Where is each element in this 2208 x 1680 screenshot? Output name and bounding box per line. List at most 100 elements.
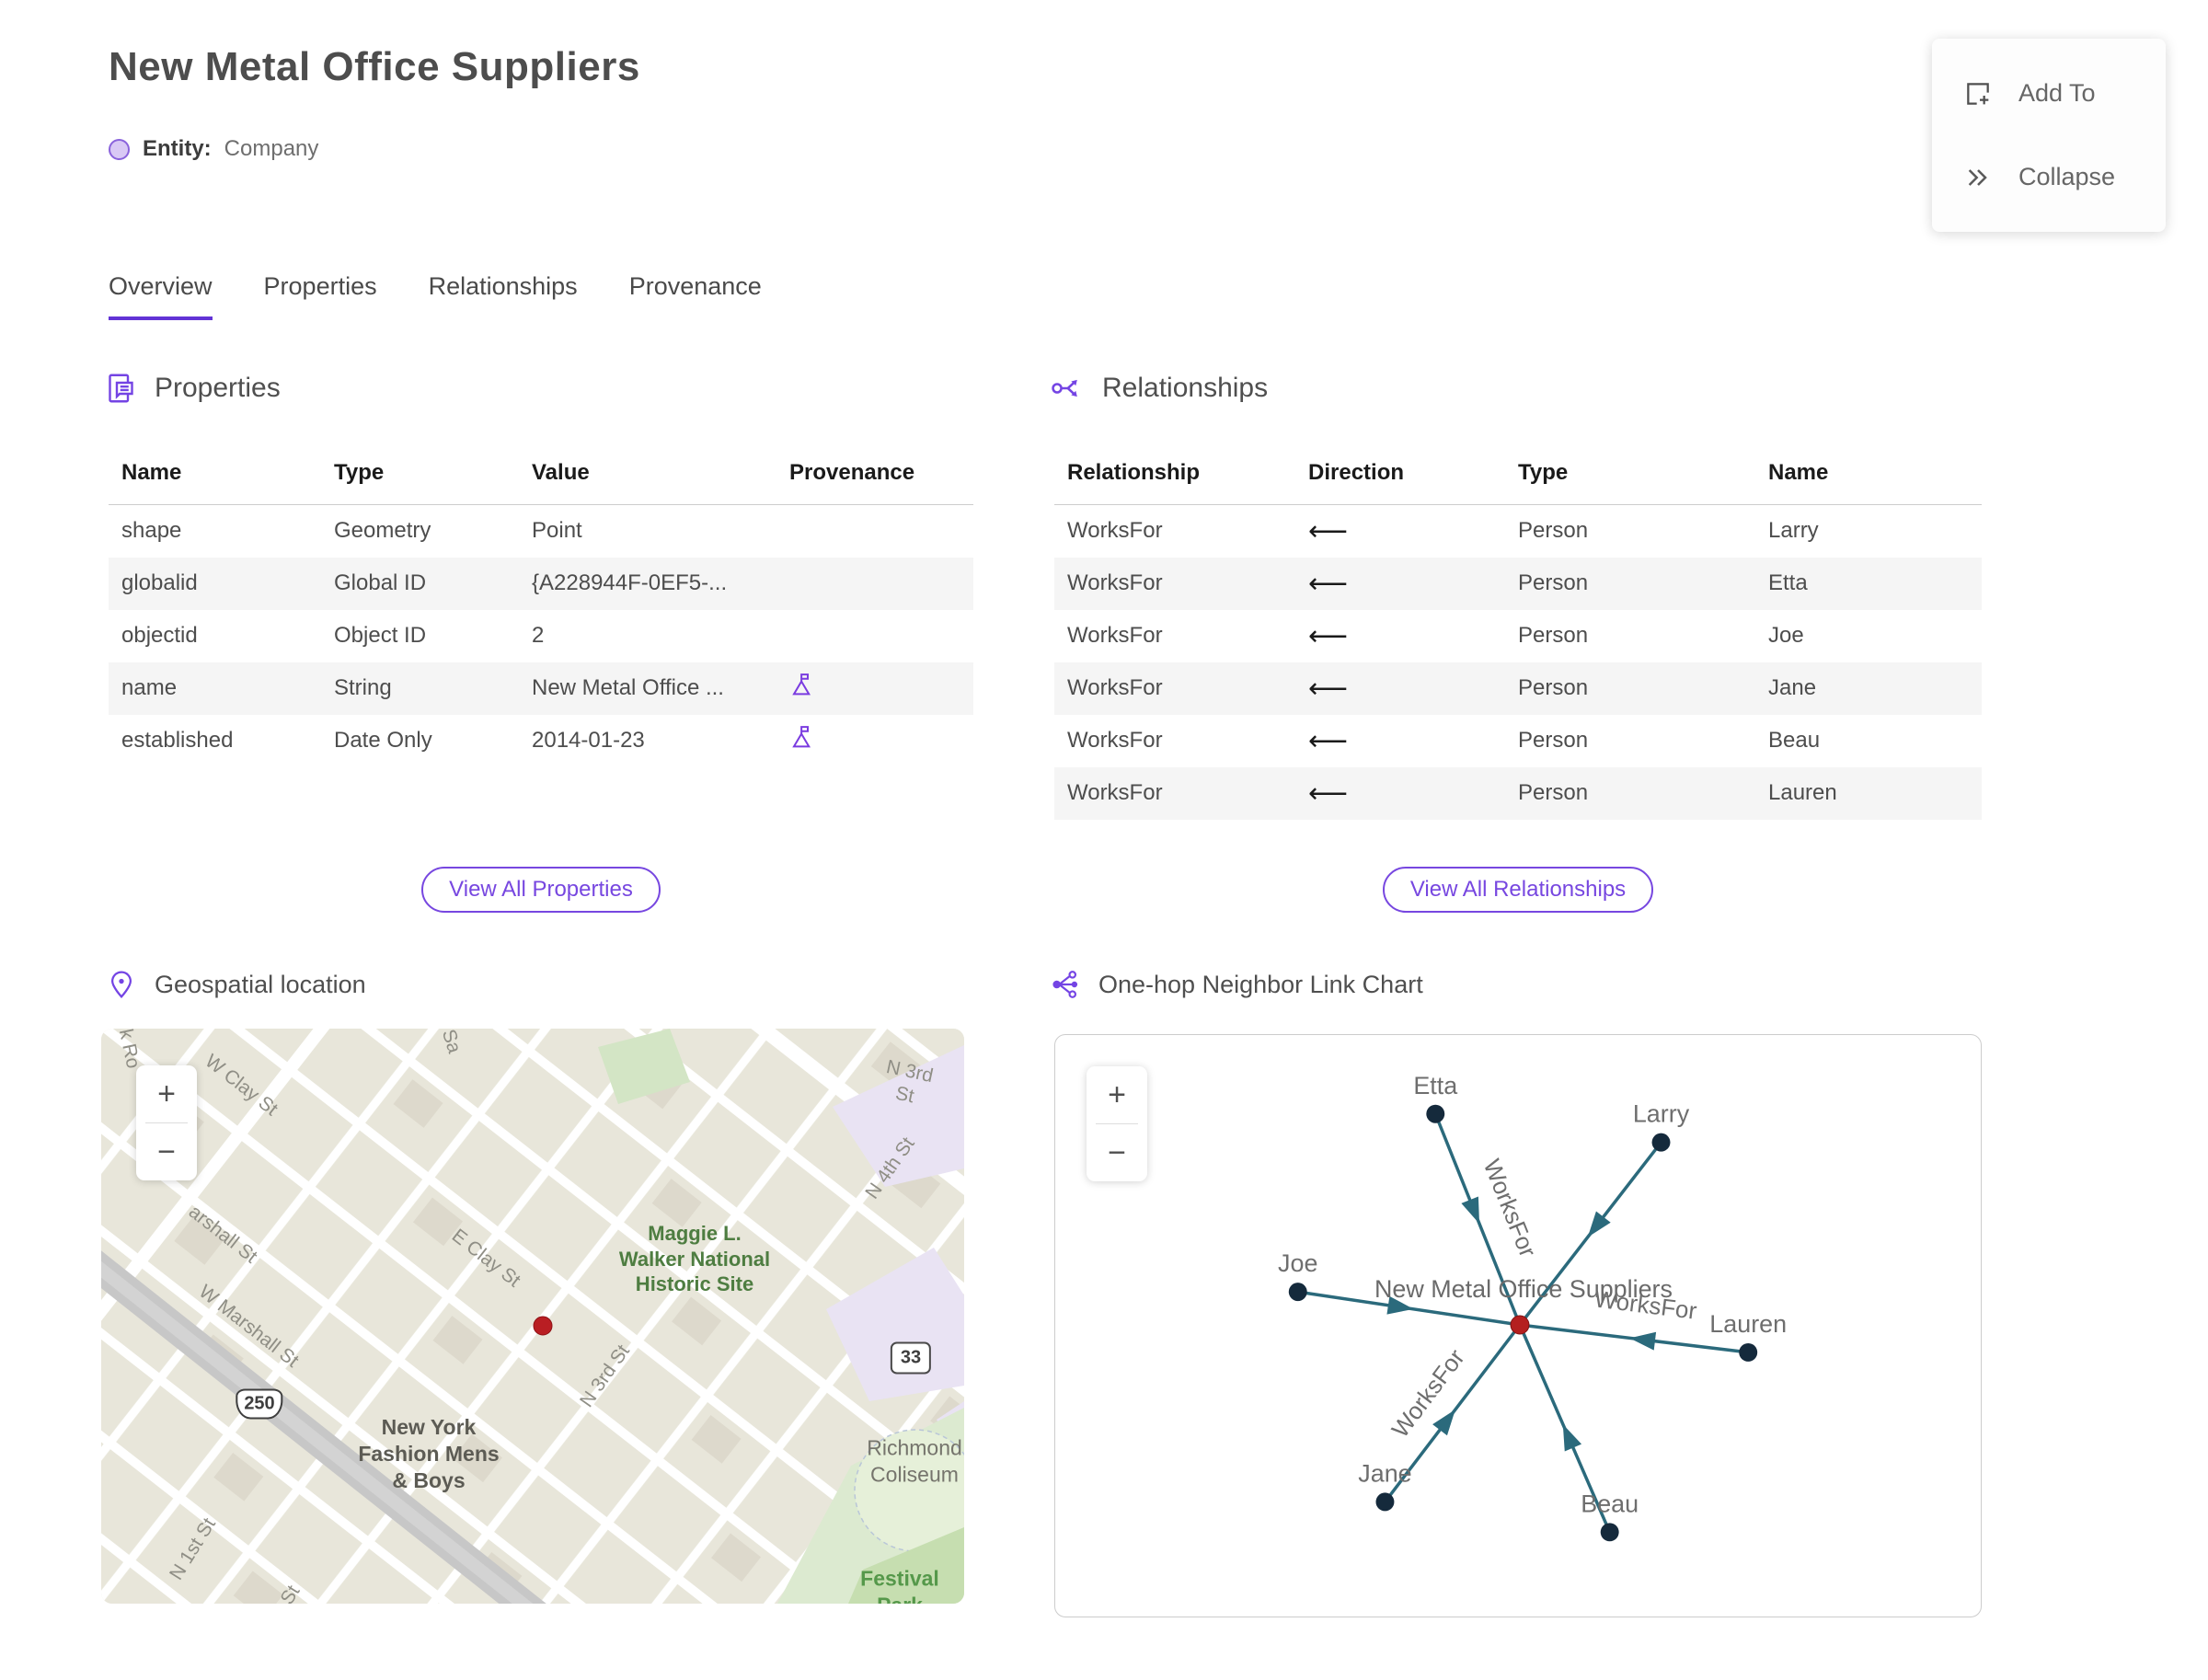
- node-beau[interactable]: [1600, 1523, 1619, 1542]
- node-label-larry: Larry: [1633, 1100, 1690, 1128]
- tab-bar: Overview Properties Relationships Provenanc…: [109, 272, 762, 320]
- tab-relationships[interactable]: Relationships: [429, 272, 578, 320]
- relationship-row-etta: WorksFor ⟵ Person Etta: [1054, 557, 1982, 610]
- property-row-shape: shape Geometry Point: [109, 505, 973, 558]
- view-all-properties-button[interactable]: View All Properties: [421, 867, 661, 913]
- node-lauren[interactable]: [1739, 1342, 1758, 1362]
- relationship-row-joe: WorksFor ⟵ Person Joe: [1054, 610, 1982, 662]
- property-type: Geometry: [334, 518, 431, 544]
- tab-overview[interactable]: Overview: [109, 272, 213, 320]
- relationships-section-header: Relationships: [1051, 372, 1268, 405]
- one-hop-link-icon: [1052, 971, 1078, 998]
- properties-icon: [109, 374, 133, 403]
- direction-arrow: ⟵: [1308, 777, 1349, 809]
- relationship-row-jane: WorksFor ⟵ Person Jane: [1054, 662, 1982, 715]
- collapse-button[interactable]: Collapse: [1932, 154, 2166, 201]
- related-entity-link[interactable]: Lauren: [1768, 767, 1982, 820]
- collapse-label: Collapse: [2018, 163, 2116, 190]
- node-label-jane: Jane: [1358, 1459, 1411, 1487]
- node-etta[interactable]: [1426, 1104, 1445, 1123]
- relationship-type-link[interactable]: WorksFor: [1054, 767, 1308, 820]
- related-entity-link[interactable]: Jane: [1768, 662, 1982, 715]
- relationship-type-link[interactable]: WorksFor: [1054, 662, 1308, 715]
- link-chart-zoom-in-button[interactable]: +: [1087, 1066, 1147, 1123]
- add-to-button[interactable]: Add To: [1932, 70, 2166, 118]
- node-larry[interactable]: [1651, 1133, 1671, 1152]
- node-label-beau: Beau: [1581, 1490, 1639, 1517]
- link-chart[interactable]: Etta Larry Joe Lauren Jane Beau New Metal Offi…: [1054, 1034, 1982, 1617]
- column-header-direction: Direction: [1308, 449, 1518, 505]
- geospatial-section-header: Geospatial location: [107, 970, 366, 999]
- page-title: New Metal Office Suppliers: [109, 44, 640, 89]
- related-entity-type: Person: [1518, 570, 1589, 595]
- property-value: 2: [532, 623, 545, 648]
- properties-section-title: Properties: [155, 373, 281, 403]
- map-zoom-in-button[interactable]: +: [136, 1065, 197, 1122]
- entity-label: Entity:: [143, 136, 212, 161]
- related-entity-link[interactable]: Etta: [1768, 558, 1982, 610]
- relationship-row-lauren: WorksFor ⟵ Person Lauren: [1054, 766, 1982, 820]
- edge-arrowhead: [1587, 1211, 1611, 1237]
- actions-menu: Add To Collapse: [1932, 39, 2166, 232]
- property-row-objectid: objectid Object ID 2: [109, 610, 973, 662]
- tab-properties[interactable]: Properties: [264, 272, 377, 320]
- edge-arrowhead: [1461, 1196, 1480, 1225]
- property-type: Object ID: [334, 623, 427, 648]
- relationships-table: Relationship Direction Type Name WorksFor ⟵ P…: [1054, 449, 1982, 820]
- link-chart-zoom-control: + −: [1087, 1066, 1147, 1181]
- map-zoom-out-button[interactable]: −: [136, 1123, 197, 1180]
- view-all-relationships-button[interactable]: View All Relationships: [1382, 867, 1654, 913]
- node-joe[interactable]: [1288, 1283, 1307, 1302]
- property-name: globalid: [121, 570, 198, 595]
- relationship-type-link[interactable]: WorksFor: [1054, 610, 1308, 662]
- property-row-established: established Date Only 2014-01-23: [109, 715, 973, 767]
- related-entity-link[interactable]: Beau: [1768, 715, 1982, 767]
- column-header-value: Value: [532, 449, 789, 505]
- tab-provenance[interactable]: Provenance: [629, 272, 762, 320]
- related-entity-type: Person: [1518, 518, 1589, 544]
- property-value: New Metal Office ...: [532, 675, 724, 700]
- property-name: established: [121, 728, 234, 753]
- property-provenance: [789, 558, 973, 610]
- column-header-name: Name: [109, 449, 334, 505]
- property-provenance: [789, 715, 973, 767]
- properties-table: Name Type Value Provenance shape Geometry Poi…: [109, 449, 973, 767]
- direction-arrow: ⟵: [1308, 515, 1349, 547]
- relationship-type-link[interactable]: WorksFor: [1054, 558, 1308, 610]
- related-entity-type: Person: [1518, 728, 1589, 753]
- edge-arrowhead: [1629, 1331, 1657, 1351]
- related-entity-type: Person: [1518, 780, 1589, 805]
- node-label-joe: Joe: [1278, 1249, 1317, 1277]
- node-center-company[interactable]: [1510, 1315, 1530, 1335]
- related-entity-type: Person: [1518, 675, 1589, 700]
- provenance-flag-icon[interactable]: [789, 724, 817, 752]
- node-jane[interactable]: [1375, 1492, 1395, 1512]
- link-chart-zoom-out-button[interactable]: −: [1087, 1124, 1147, 1181]
- edge-label-worksfor: WorksFor: [1593, 1286, 1698, 1324]
- property-row-globalid: globalid Global ID {A228944F-0EF5-...: [109, 557, 973, 610]
- property-name: name: [121, 675, 178, 700]
- link-chart-canvas: EttaLarryJoeLaurenJaneBeauNew Metal Offi…: [1278, 1072, 1787, 1542]
- related-entity-link[interactable]: Larry: [1768, 505, 1982, 558]
- relationship-type-link[interactable]: WorksFor: [1054, 715, 1308, 767]
- property-name: shape: [121, 518, 182, 544]
- entity-type-row: Entity: Company: [109, 136, 318, 162]
- map-zoom-control: + −: [136, 1065, 197, 1180]
- column-header-relationship: Relationship: [1054, 449, 1308, 505]
- entity-type-value: Company: [224, 136, 319, 161]
- column-header-type: Type: [1518, 449, 1768, 505]
- direction-arrow: ⟵: [1308, 620, 1349, 651]
- related-entity-link[interactable]: Joe: [1768, 610, 1982, 662]
- relationship-type-link[interactable]: WorksFor: [1054, 505, 1308, 558]
- direction-arrow: ⟵: [1308, 673, 1349, 704]
- provenance-flag-icon[interactable]: [789, 672, 817, 699]
- edge-label-worksfor: WorksFor: [1387, 1345, 1470, 1443]
- location-marker[interactable]: [533, 1316, 553, 1336]
- direction-arrow: ⟵: [1308, 568, 1349, 599]
- column-header-type: Type: [334, 449, 532, 505]
- double-chevron-right-icon: [1968, 168, 1987, 186]
- map-pin-icon: [110, 971, 132, 999]
- related-entity-type: Person: [1518, 623, 1589, 648]
- property-provenance: [789, 662, 973, 715]
- geospatial-map[interactable]: k Ro W Clay St Sa N 3rd St N 4th St Maggie L.…: [101, 1029, 964, 1604]
